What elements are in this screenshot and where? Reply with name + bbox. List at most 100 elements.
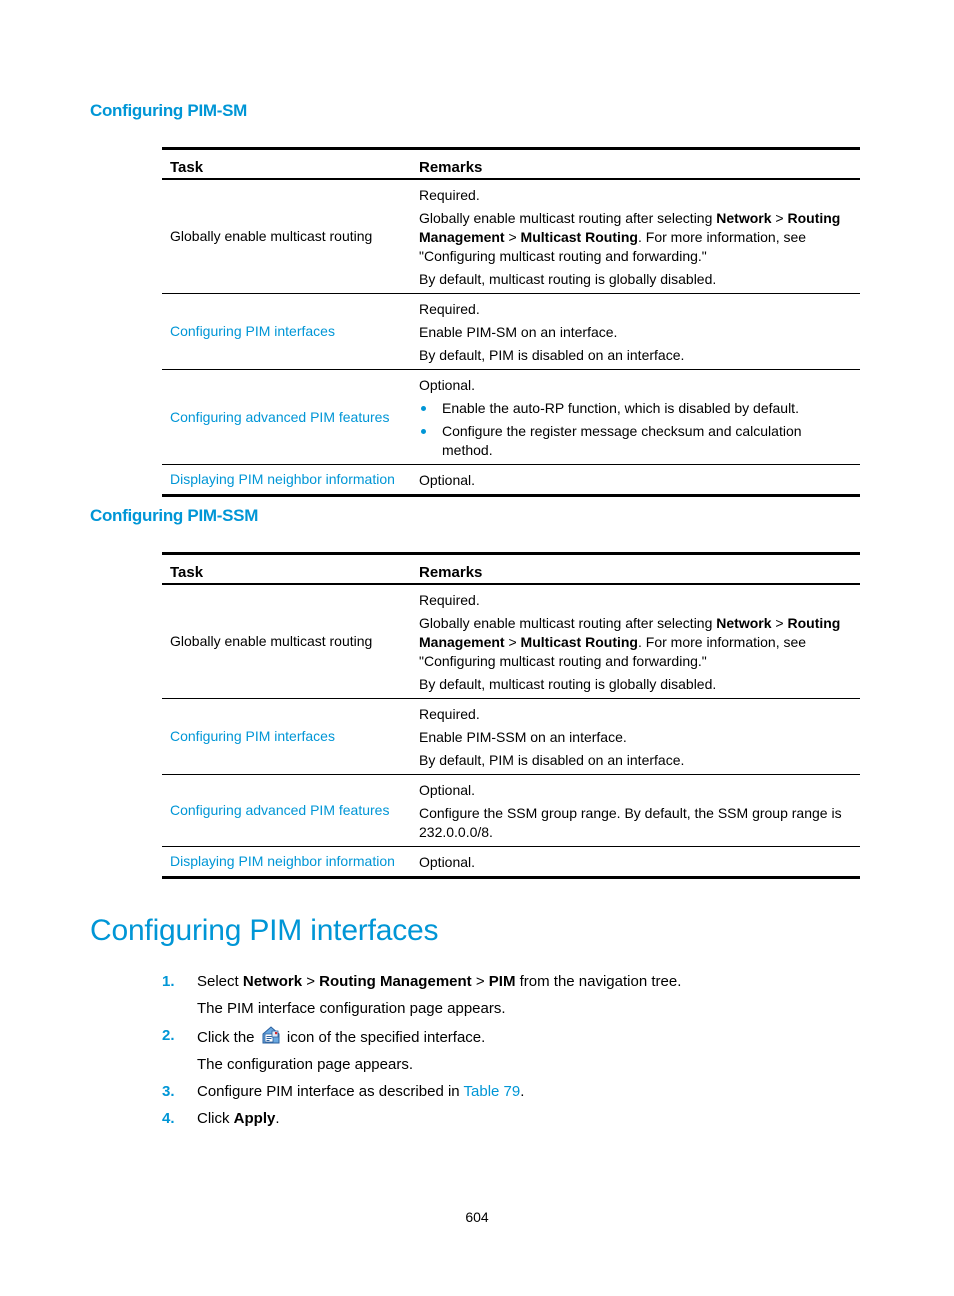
step-text: from the navigation tree. <box>515 973 682 990</box>
section-heading-pim-ssm: Configuring PIM-SSM <box>90 506 259 525</box>
remark-description: Enable PIM-SM on an interface. <box>419 324 618 340</box>
bullet-icon <box>421 406 426 411</box>
document-page: Configuring PIM-SM Task Remarks Globally… <box>0 0 954 1296</box>
remark-default: By default, multicast routing is globall… <box>419 676 717 692</box>
table-row: Configuring advanced PIM features Option… <box>162 774 860 847</box>
step-text: Click the <box>197 1029 259 1046</box>
step-number: 1. <box>162 973 175 990</box>
remarks-cell: Optional. Configure the SSM group range.… <box>411 774 860 847</box>
task-cell: Configuring PIM interfaces <box>162 293 411 370</box>
remark-text: Globally enable multicast routing after … <box>419 615 717 631</box>
bullet-icon <box>421 429 426 434</box>
table-row: Configuring PIM interfaces Required. Ena… <box>162 698 860 775</box>
step-number: 2. <box>162 1027 175 1044</box>
remark-required: Optional. <box>419 377 476 393</box>
step-item: 1. Select Network > Routing Management >… <box>162 972 802 1019</box>
remarks-cell: Optional. <box>411 464 860 497</box>
apply-button-label: Apply <box>233 1110 276 1127</box>
step-item: 2. Click the icon of the specified inter… <box>162 1026 802 1075</box>
path-separator: > <box>771 615 788 631</box>
remark-required: Optional. <box>419 854 476 870</box>
remark-required: Optional. <box>419 472 476 488</box>
task-link-configuring-advanced-pim-features[interactable]: Configuring advanced PIM features <box>170 409 389 425</box>
page-number: 604 <box>465 1209 489 1225</box>
table-row: Globally enable multicast routing Requir… <box>162 584 860 699</box>
interface-config-icon <box>261 1026 281 1044</box>
menu-path-network: Network <box>716 615 772 631</box>
step-number: 3. <box>162 1083 175 1100</box>
remark-required: Required. <box>419 301 480 317</box>
remarks-cell: Optional. Enable the auto-RP function, w… <box>411 369 860 465</box>
menu-path-network: Network <box>716 210 772 226</box>
task-cell: Configuring advanced PIM features <box>162 774 411 847</box>
table-row: Configuring advanced PIM features Option… <box>162 369 860 465</box>
remark-default: By default, multicast routing is globall… <box>419 271 717 287</box>
path-separator: > <box>471 973 489 990</box>
table-header-row: Task Remarks <box>162 552 860 585</box>
column-header-remarks: Remarks <box>411 552 860 585</box>
task-cell: Configuring advanced PIM features <box>162 369 411 465</box>
task-cell: Globally enable multicast routing <box>162 584 411 699</box>
pim-ssm-task-table: Task Remarks Globally enable multicast r… <box>162 552 860 879</box>
remarks-cell: Optional. <box>411 846 860 879</box>
path-separator: > <box>302 973 320 990</box>
task-cell: Displaying PIM neighbor information <box>162 464 411 497</box>
remark-description: Enable PIM-SSM on an interface. <box>419 729 627 745</box>
remarks-cell: Required. Globally enable multicast rout… <box>411 584 860 699</box>
menu-path-multicast-routing: Multicast Routing <box>520 634 638 650</box>
remarks-cell: Required. Enable PIM-SM on an interface.… <box>411 293 860 370</box>
remark-text: Globally enable multicast routing after … <box>419 210 717 226</box>
bullet-text: Configure the register message checksum … <box>442 423 802 458</box>
table-header-row: Task Remarks <box>162 147 860 180</box>
remark-required: Required. <box>419 706 480 722</box>
column-header-task: Task <box>162 552 411 585</box>
task-link-configuring-pim-interfaces[interactable]: Configuring PIM interfaces <box>170 728 335 744</box>
step-text: Select <box>197 973 243 990</box>
task-cell: Configuring PIM interfaces <box>162 698 411 775</box>
remark-description: Configure the SSM group range. By defaul… <box>419 805 842 840</box>
table-row: Configuring PIM interfaces Required. Ena… <box>162 293 860 370</box>
task-cell: Globally enable multicast routing <box>162 179 411 294</box>
table-row: Displaying PIM neighbor information Opti… <box>162 464 860 497</box>
remark-description: Globally enable multicast routing after … <box>419 209 852 266</box>
step-item: 3. Configure PIM interface as described … <box>162 1082 802 1102</box>
remarks-cell: Required. Globally enable multicast rout… <box>411 179 860 294</box>
procedure-steps: 1. Select Network > Routing Management >… <box>162 972 802 1136</box>
task-cell: Displaying PIM neighbor information <box>162 846 411 879</box>
path-separator: > <box>504 229 521 245</box>
bullet-text: Enable the auto-RP function, which is di… <box>442 400 799 416</box>
task-link-configuring-pim-interfaces[interactable]: Configuring PIM interfaces <box>170 323 335 339</box>
step-text: . <box>520 1083 525 1100</box>
step-text: . <box>275 1110 280 1127</box>
remark-required: Optional. <box>419 782 476 798</box>
pim-sm-task-table: Task Remarks Globally enable multicast r… <box>162 147 860 497</box>
task-link-displaying-pim-neighbor-information[interactable]: Displaying PIM neighbor information <box>170 471 395 487</box>
table-row: Displaying PIM neighbor information Opti… <box>162 846 860 879</box>
remark-default: By default, PIM is disabled on an interf… <box>419 752 685 768</box>
remark-bullet-list: Enable the auto-RP function, which is di… <box>419 399 852 460</box>
step-item: 4. Click Apply. <box>162 1109 802 1129</box>
step-result: The configuration page appears. <box>197 1056 413 1073</box>
step-text: Click <box>197 1110 234 1127</box>
remark-required: Required. <box>419 592 480 608</box>
menu-path-routing-management: Routing Management <box>319 973 472 990</box>
remark-default: By default, PIM is disabled on an interf… <box>419 347 685 363</box>
menu-path-multicast-routing: Multicast Routing <box>520 229 638 245</box>
bullet-item: Enable the auto-RP function, which is di… <box>419 399 852 418</box>
chapter-title: Configuring PIM interfaces <box>90 914 439 947</box>
remark-required: Required. <box>419 187 480 203</box>
section-heading-pim-sm: Configuring PIM-SM <box>90 101 248 120</box>
task-link-displaying-pim-neighbor-information[interactable]: Displaying PIM neighbor information <box>170 853 395 869</box>
remark-description: Globally enable multicast routing after … <box>419 614 852 671</box>
menu-path-pim: PIM <box>488 973 516 990</box>
step-text: icon of the specified interface. <box>282 1029 486 1046</box>
remarks-cell: Required. Enable PIM-SSM on an interface… <box>411 698 860 775</box>
bullet-item: Configure the register message checksum … <box>419 422 852 460</box>
menu-path-network: Network <box>242 973 303 990</box>
task-link-configuring-advanced-pim-features[interactable]: Configuring advanced PIM features <box>170 802 389 818</box>
table-79-link[interactable]: Table 79 <box>464 1083 521 1100</box>
table-row: Globally enable multicast routing Requir… <box>162 179 860 294</box>
path-separator: > <box>771 210 788 226</box>
column-header-remarks: Remarks <box>411 147 860 180</box>
path-separator: > <box>504 634 521 650</box>
